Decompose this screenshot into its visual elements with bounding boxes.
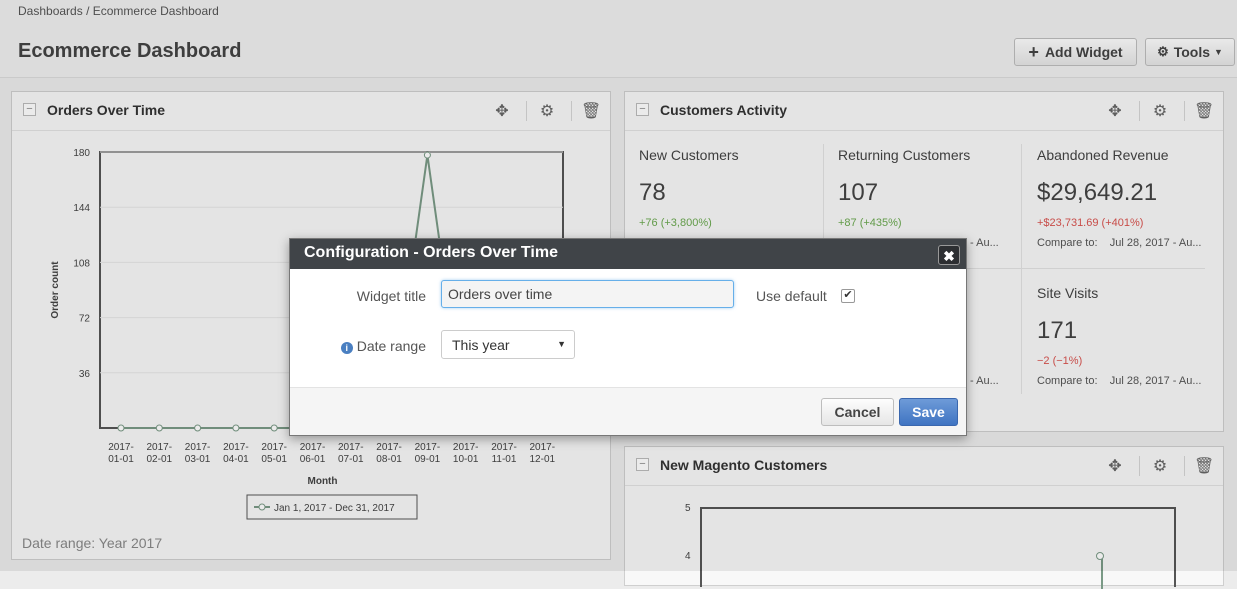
info-icon: i <box>340 342 353 354</box>
date-range-select[interactable]: This year ▼ <box>441 330 575 359</box>
use-default-checkbox[interactable]: ✔ <box>841 289 855 303</box>
close-icon[interactable]: ✖ <box>938 245 960 265</box>
modal-header: Configuration - Orders Over Time ✖ <box>290 239 966 269</box>
date-range-label-wrap: i Date range <box>330 338 426 354</box>
cancel-button[interactable]: Cancel <box>821 398 894 426</box>
widget-title-label: Widget title <box>356 288 426 304</box>
configuration-modal: Configuration - Orders Over Time ✖ Widge… <box>289 238 967 436</box>
caret-down-icon: ▼ <box>557 339 566 349</box>
widget-title-input[interactable] <box>441 280 734 308</box>
modal-title: Configuration - Orders Over Time <box>304 244 558 261</box>
use-default-label: Use default <box>756 288 827 304</box>
save-button[interactable]: Save <box>899 398 958 426</box>
modal-footer: Cancel Save <box>290 387 966 435</box>
